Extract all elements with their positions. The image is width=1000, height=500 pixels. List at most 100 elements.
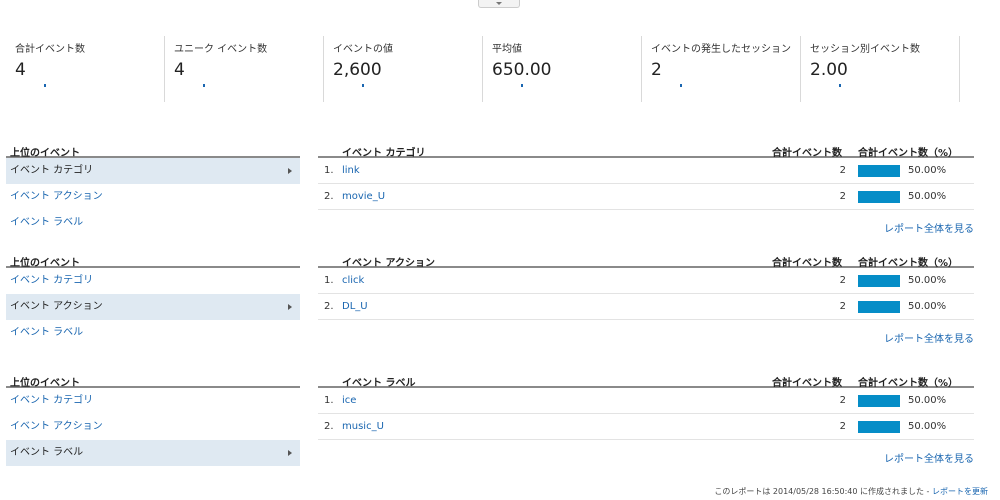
report-footer: このレポートは 2014/05/28 16:50:40 に作成されました - レ… (714, 486, 988, 497)
nav-item-label: イベント カテゴリ (10, 275, 94, 286)
table-header: イベント カテゴリ 合計イベント数 合計イベント数（%） (318, 144, 974, 159)
nav-item-event-action[interactable]: イベント アクション (6, 414, 300, 440)
metric-sessions-with-event[interactable]: イベントの発生したセッション 2 (642, 36, 801, 102)
nav-item-label: イベント アクション (10, 421, 103, 432)
row-total: 2 (839, 165, 846, 176)
table-row: 2. movie_U 2 50.00% (318, 184, 974, 210)
metric-value: 4 (174, 60, 185, 80)
refresh-report-link[interactable]: レポートを更新 (932, 487, 988, 496)
collapse-toggle-button[interactable] (478, 0, 520, 8)
row-index: 2. (324, 191, 334, 202)
nav-item-label: イベント ラベル (10, 447, 84, 458)
nav-item-event-category[interactable]: イベント カテゴリ (6, 268, 300, 294)
percent-bar (858, 165, 900, 177)
events-table: イベント ラベル 合計イベント数 合計イベント数（%） 1. ice 2 50.… (318, 374, 974, 465)
percent-bar (858, 395, 900, 407)
row-total: 2 (839, 191, 846, 202)
chevron-down-icon (496, 2, 502, 5)
nav-item-event-action[interactable]: イベント アクション (6, 294, 300, 320)
sparkline (839, 84, 841, 87)
chevron-right-icon (288, 168, 292, 174)
row-percent: 50.00% (908, 301, 947, 312)
nav-item-event-label[interactable]: イベント ラベル (6, 440, 300, 466)
dimension-nav-title: 上位のイベント (6, 144, 300, 159)
dimension-nav: 上位のイベント イベント カテゴリ イベント アクション イベント ラベル (6, 254, 300, 346)
table-row: 2. DL_U 2 50.00% (318, 294, 974, 320)
row-total: 2 (839, 421, 846, 432)
nav-item-label: イベント ラベル (10, 327, 84, 338)
view-full-report-link[interactable]: レポート全体を見る (884, 450, 974, 465)
dimension-nav-title: 上位のイベント (6, 254, 300, 269)
row-dimension-link[interactable]: movie_U (342, 184, 385, 210)
metric-label: イベントの発生したセッション (651, 44, 791, 55)
row-dimension-link[interactable]: music_U (342, 414, 384, 440)
column-header-total: 合計イベント数 (772, 148, 842, 159)
events-table: イベント カテゴリ 合計イベント数 合計イベント数（%） 1. link 2 5… (318, 144, 974, 235)
events-table: イベント アクション 合計イベント数 合計イベント数（%） 1. click 2… (318, 254, 974, 345)
row-percent: 50.00% (908, 275, 947, 286)
percent-bar (858, 191, 900, 203)
sparkline (680, 84, 682, 87)
column-header-total: 合計イベント数 (772, 378, 842, 389)
metric-events-per-session[interactable]: セッション別イベント数 2.00 (801, 36, 960, 102)
column-header-total: 合計イベント数 (772, 258, 842, 269)
sparkline (362, 84, 364, 87)
metric-value: 4 (15, 60, 26, 80)
report-timestamp-text: このレポートは 2014/05/28 16:50:40 に作成されました - (714, 487, 930, 496)
row-total: 2 (839, 275, 846, 286)
table-header: イベント ラベル 合計イベント数 合計イベント数（%） (318, 374, 974, 389)
table-row: 1. click 2 50.00% (318, 268, 974, 294)
nav-item-event-category[interactable]: イベント カテゴリ (6, 158, 300, 184)
row-total: 2 (839, 395, 846, 406)
table-row: 1. link 2 50.00% (318, 158, 974, 184)
metrics-summary: 合計イベント数 4 ユニーク イベント数 4 イベントの値 2,600 平均値 … (6, 36, 960, 102)
column-header-dimension: イベント ラベル (342, 378, 416, 389)
metric-event-value[interactable]: イベントの値 2,600 (324, 36, 483, 102)
nav-item-event-category[interactable]: イベント カテゴリ (6, 388, 300, 414)
row-dimension-link[interactable]: link (342, 158, 360, 184)
metric-value: 2,600 (333, 60, 382, 80)
metric-value: 2 (651, 60, 662, 80)
table-header: イベント アクション 合計イベント数 合計イベント数（%） (318, 254, 974, 269)
metric-label: 平均値 (492, 44, 522, 55)
nav-item-label: イベント ラベル (10, 217, 84, 228)
row-percent: 50.00% (908, 395, 947, 406)
sparkline (203, 84, 205, 87)
nav-item-label: イベント カテゴリ (10, 165, 94, 176)
view-full-report-link[interactable]: レポート全体を見る (884, 330, 974, 345)
percent-bar (858, 301, 900, 313)
metric-unique-events[interactable]: ユニーク イベント数 4 (165, 36, 324, 102)
metric-average-value[interactable]: 平均値 650.00 (483, 36, 642, 102)
nav-item-label: イベント アクション (10, 191, 103, 202)
nav-item-event-label[interactable]: イベント ラベル (6, 320, 300, 346)
nav-item-event-action[interactable]: イベント アクション (6, 184, 300, 210)
metric-total-events[interactable]: 合計イベント数 4 (6, 36, 165, 102)
metric-label: 合計イベント数 (15, 44, 85, 55)
row-percent: 50.00% (908, 421, 947, 432)
nav-item-label: イベント カテゴリ (10, 395, 94, 406)
dimension-nav: 上位のイベント イベント カテゴリ イベント アクション イベント ラベル (6, 144, 300, 236)
row-dimension-link[interactable]: click (342, 268, 364, 294)
column-header-percent: 合計イベント数（%） (858, 258, 959, 269)
row-dimension-link[interactable]: DL_U (342, 294, 368, 320)
column-header-dimension: イベント アクション (342, 258, 435, 269)
row-total: 2 (839, 301, 846, 312)
metric-value: 650.00 (492, 60, 552, 80)
row-index: 2. (324, 421, 334, 432)
percent-bar (858, 421, 900, 433)
nav-item-label: イベント アクション (10, 301, 103, 312)
dimension-nav-title: 上位のイベント (6, 374, 300, 389)
metric-label: ユニーク イベント数 (174, 44, 268, 55)
table-row: 2. music_U 2 50.00% (318, 414, 974, 440)
row-index: 1. (324, 275, 334, 286)
nav-item-event-label[interactable]: イベント ラベル (6, 210, 300, 236)
chevron-right-icon (288, 304, 292, 310)
sparkline (521, 84, 523, 87)
table-row: 1. ice 2 50.00% (318, 388, 974, 414)
column-header-dimension: イベント カテゴリ (342, 148, 426, 159)
column-header-percent: 合計イベント数（%） (858, 378, 959, 389)
metric-label: イベントの値 (333, 44, 393, 55)
view-full-report-link[interactable]: レポート全体を見る (884, 220, 974, 235)
row-index: 2. (324, 301, 334, 312)
row-dimension-link[interactable]: ice (342, 388, 356, 414)
